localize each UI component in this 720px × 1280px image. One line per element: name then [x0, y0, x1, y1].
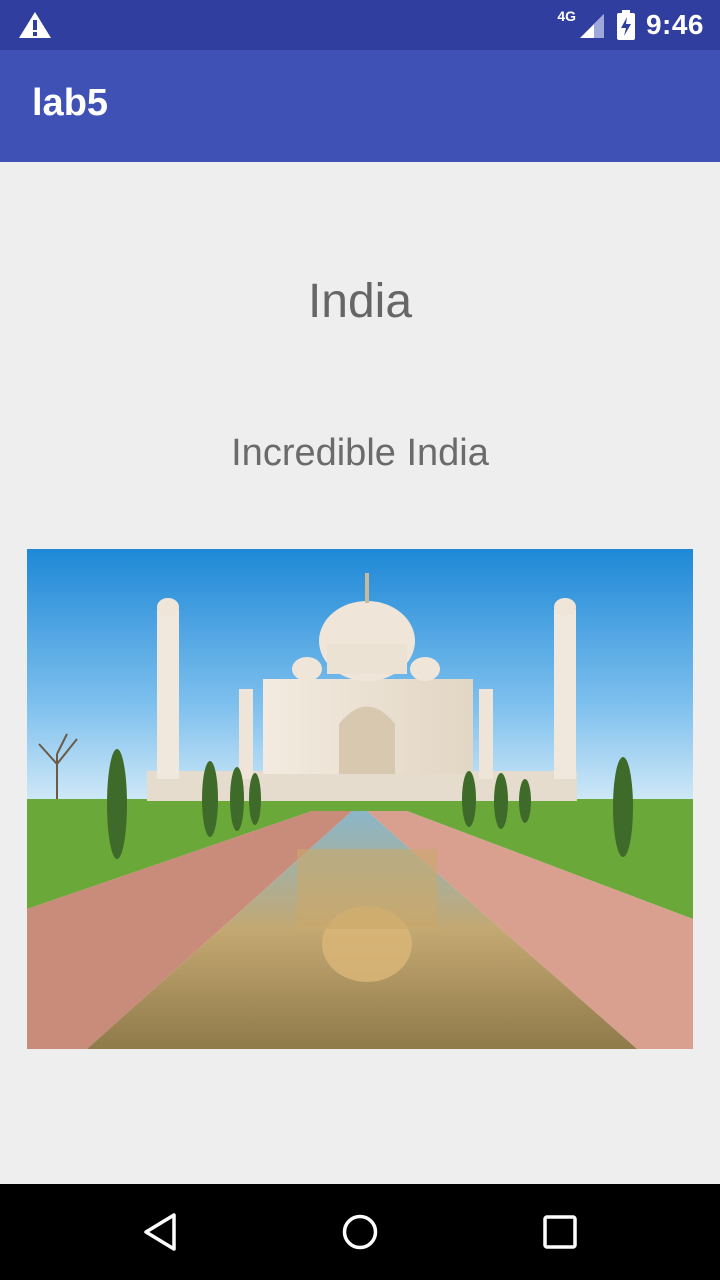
recents-button[interactable]: [536, 1208, 584, 1256]
subheading-text: Incredible India: [231, 432, 489, 474]
heading-text: India: [307, 275, 413, 328]
taj-mahal-image: [27, 549, 693, 1049]
app-bar: lab5: [0, 50, 720, 162]
status-icons: 4G 9:46: [557, 0, 704, 50]
network-type: 4G: [557, 8, 576, 24]
app-title: lab5: [32, 82, 109, 124]
home-button[interactable]: [336, 1208, 384, 1256]
clock: 9:46: [645, 9, 704, 40]
home-icon: [342, 1214, 378, 1250]
taj-mahal-photo: [27, 549, 693, 1049]
navigation-bar: [0, 1184, 720, 1280]
status-bar: 4G 9:46: [0, 0, 720, 50]
main-content: India Incredible India: [0, 162, 720, 1184]
recents-icon: [543, 1215, 577, 1249]
battery-charging-icon: [616, 10, 635, 40]
warning-icon: [19, 12, 51, 38]
back-button[interactable]: [136, 1208, 184, 1256]
back-icon: [144, 1213, 176, 1251]
